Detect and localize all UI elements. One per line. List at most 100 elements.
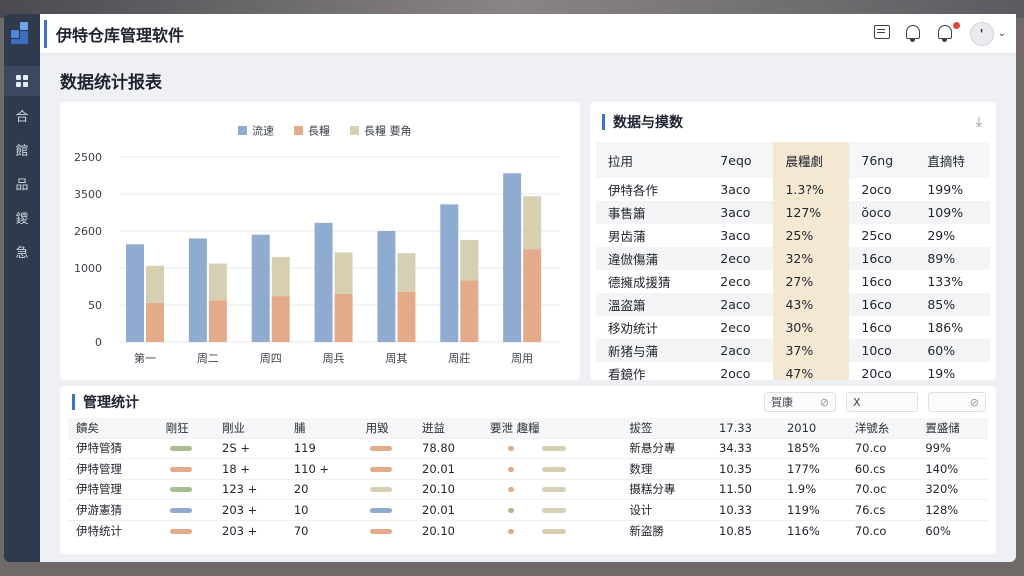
table-row[interactable]: 德擁成援猜 2eco 27% 16co 133% [596,270,990,293]
mgmt-col-header[interactable]: 迸益 [414,418,482,438]
mgmt-col-header[interactable]: 饋矣 [68,418,158,438]
calendar-icon[interactable] [873,24,892,43]
x-tick-label: 周四 [260,352,282,365]
top-bar: 伊特仓库管理软件 ꞌ ⌄ [40,14,1016,54]
progress-pill [369,528,392,534]
table-cell: 伊游憲猜 [68,499,158,520]
bar-series-1 [314,222,333,342]
table-row[interactable]: 移劝统计 2eco 30% 16co 186% [596,316,990,339]
download-icon[interactable]: ⤓ [976,114,982,130]
sidebar-item-5[interactable]: 急 [4,236,40,266]
avatar[interactable]: ꞌ [969,21,994,46]
stats-col-header[interactable]: 晨糧劇 [773,142,850,178]
notification-bell-icon[interactable] [937,21,960,43]
bell-icon[interactable] [905,24,924,43]
table-cell: 43% [773,293,850,316]
table-cell: 185% [778,437,847,459]
table-row[interactable]: 違倣傷蒲 2eco 32% 16co 89% [596,247,990,270]
table-cell: 119 [285,437,358,459]
y-tick-label: 1000 [74,262,102,275]
sidebar-item-dashboard[interactable] [4,66,40,96]
table-cell: 男齿蒲 [608,229,646,244]
bar-series-3 [397,253,416,292]
table-row[interactable]: 新猪与蒲 2aco 37% 10co 60% [596,339,990,362]
y-tick-label: 3500 [74,188,102,201]
table-row[interactable]: 伊特管猜 2S +119 78.80 新悬分專 34.33 185% 70.co 99% [68,437,988,459]
y-tick-label: 50 [88,299,102,312]
table-row[interactable]: 看鏡作 2oco 47% 20co 19% [596,362,990,380]
table-cell: 116% [778,519,847,541]
progress-pill [507,528,514,534]
mgmt-col-header[interactable]: 2010 [778,418,847,438]
x-tick-label: 周兵 [323,352,345,365]
table-cell: 德擁成援猜 [608,275,671,290]
table-row[interactable]: 伊游憲猜 203 +10 20.01 设计 10.33 119% 76.cs 128% [68,499,988,520]
mgmt-col-header[interactable]: 用毀 [357,418,415,438]
table-cell: 2oco [861,182,892,197]
stats-col-header[interactable]: 直摘特 [915,142,990,178]
table-row[interactable]: 伊特管理 18 +110 + 20.01 数理 10.35 177% 60.cs 140% [68,458,988,479]
x-tick-label: 周莊 [448,352,470,365]
table-cell [357,437,415,459]
table-row[interactable]: 伊特各作 3aco 1.3?% 2oco 199% [596,178,990,201]
stats-col-header[interactable]: 76ng [849,142,916,178]
bar-series-2 [460,280,479,342]
mgmt-col-header[interactable]: 拔签 [621,418,712,438]
stats-col-header[interactable]: 拉用 [596,142,709,178]
sidebar-item-label: 館 [15,143,29,159]
filter-input-3[interactable]: ⊘ [928,392,986,412]
table-cell: 10.35 [711,458,779,479]
table-row[interactable]: 伊特统计 203 +70 20.10 新盗勝 10.85 116% 70.co 60% [68,519,988,541]
mgmt-col-header[interactable]: 剛狂 [157,418,215,438]
mgmt-col-header[interactable]: 17.33 [711,418,779,438]
bar-series-1 [440,204,459,342]
progress-pill [169,487,192,493]
filter-input-2[interactable]: X [846,392,918,412]
stats-title: 数据与摸数 [613,115,683,131]
table-cell: 203 + [214,519,286,541]
table-cell: 29% [927,228,956,243]
sidebar-item-4[interactable]: 鑁 [4,202,40,232]
filter-select-1[interactable]: 賀康 ⊘ [764,392,836,412]
table-cell: 140% [917,458,988,479]
table-cell: 10co [849,339,916,362]
table-cell: 11.50 [711,478,779,500]
table-cell: 18 + [214,458,286,479]
table-cell: 10.85 [711,519,779,541]
table-cell: 2eco [720,274,751,289]
sidebar-item-1[interactable]: 合 [4,100,40,130]
filter-clear-icon[interactable]: ⊘ [820,396,829,409]
table-row[interactable]: 男齿蒲 3aco 25% 25co 29% [596,224,990,247]
table-cell: 60% [915,339,990,362]
filter-clear-icon[interactable]: ⊘ [970,396,979,409]
mgmt-col-header[interactable]: 剛业 [214,418,286,438]
table-row[interactable]: 溫盗簫 2aco 43% 16co 85% [596,293,990,316]
mgmt-col-header[interactable]: 脯 [285,418,358,438]
mgmt-col-header[interactable]: 要泄 趣糧 [481,418,622,438]
sidebar: 合 館 品 鑁 急 [4,14,40,562]
table-row[interactable]: 伊特管理 123 +20 20.10 摄糕分專 11.50 1.9% 70.oc 320% [68,478,988,500]
table-cell: 34.33 [711,437,779,459]
y-tick-label: 2500 [74,151,102,164]
table-cell [357,458,415,479]
mgmt-col-header[interactable]: 洋號糸 [846,418,918,438]
chevron-down-icon[interactable]: ⌄ [998,28,1006,39]
progress-pill [369,466,392,472]
table-cell [157,519,215,541]
stats-col-header[interactable]: 7eqo [708,142,774,178]
table-cell: 30% [773,316,850,339]
table-row[interactable]: 事售簫 3aco 127% ŏoco 109% [596,201,990,224]
table-cell: 看鏡作 [608,367,646,380]
sidebar-item-2[interactable]: 館 [4,134,40,164]
table-cell: 20.10 [414,519,482,541]
sidebar-item-3[interactable]: 品 [4,168,40,198]
legend-swatch [350,126,359,135]
table-cell: 20 [285,478,358,500]
table-cell: 25% [773,224,850,247]
table-cell: 110 + [285,458,358,479]
progress-pill [541,528,566,534]
progress-pill [541,487,566,493]
table-cell: 16co [861,320,892,335]
mgmt-col-header[interactable]: 置盛储 [917,418,988,438]
table-cell: 2oco [720,366,751,380]
